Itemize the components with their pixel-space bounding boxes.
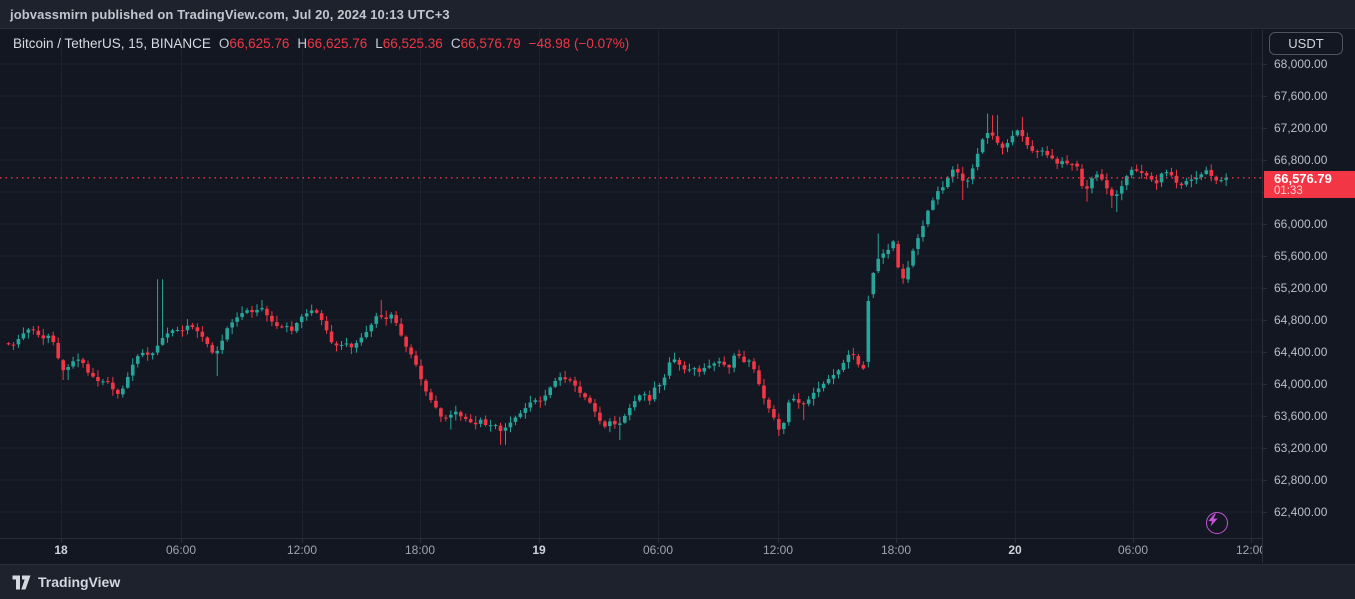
symbol-legend: Bitcoin / TetherUS, 15, BINANCE O66,625.… (13, 36, 629, 51)
price-label: 63,600.00 (1274, 408, 1327, 424)
time-label: 18:00 (881, 543, 911, 557)
ohlc-number: 66,525.36 (383, 36, 443, 51)
price-label: 62,800.00 (1274, 472, 1327, 488)
chart-pane[interactable]: Bitcoin / TetherUS, 15, BINANCE O66,625.… (0, 30, 1262, 538)
price-axis-tick (1263, 288, 1267, 289)
price-axis-tick (1263, 448, 1267, 449)
price-label: 63,200.00 (1274, 440, 1327, 456)
price-label: 64,400.00 (1274, 344, 1327, 360)
price-axis-tick (1263, 256, 1267, 257)
time-label-day: 19 (532, 543, 545, 557)
price-label: 67,600.00 (1274, 88, 1327, 104)
ohlc-pair: H66,625.76 (297, 36, 367, 51)
price-axis[interactable]: USDT 66,576.79 01:33 68,000.00 67,600.00 6… (1262, 30, 1355, 563)
price-axis-tick (1263, 480, 1267, 481)
price-axis-tick (1263, 320, 1267, 321)
bar-countdown: 01:33 (1274, 185, 1355, 197)
candlestick-chart[interactable] (0, 30, 1262, 538)
currency-toggle-button[interactable]: USDT (1269, 32, 1343, 55)
price-label: 66,000.00 (1274, 216, 1327, 232)
price-label: 62,400.00 (1274, 504, 1327, 520)
price-label: 67,200.00 (1274, 120, 1327, 136)
price-axis-tick (1263, 512, 1267, 513)
footer-bar: TradingView (0, 564, 1355, 599)
ohlc-pair: C66,576.79 (451, 36, 521, 51)
price-label: 68,000.00 (1274, 56, 1327, 72)
time-label: 12:00 (287, 543, 317, 557)
time-label-day: 20 (1008, 543, 1021, 557)
price-axis-tick (1263, 416, 1267, 417)
last-price-label: 66,576.79 01:33 (1264, 171, 1355, 198)
ohlc-letter: H (297, 36, 307, 51)
time-label-day: 18 (54, 543, 67, 557)
lightning-icon (1207, 513, 1219, 527)
ohlc-letter: O (219, 36, 230, 51)
attribution-bar: jobvassmirn published on TradingView.com… (0, 0, 1355, 29)
ohlc-number: 66,625.76 (307, 36, 367, 51)
tradingview-brand-text[interactable]: TradingView (38, 574, 120, 590)
ohlc-letter: C (451, 36, 461, 51)
time-label: 06:00 (1118, 543, 1148, 557)
price-axis-tick (1263, 384, 1267, 385)
time-label: 18:00 (405, 543, 435, 557)
price-label: 64,000.00 (1274, 376, 1327, 392)
price-label: 65,600.00 (1274, 248, 1327, 264)
symbol-title: Bitcoin / TetherUS, 15, BINANCE (13, 36, 211, 51)
ohlc-number: 66,576.79 (461, 36, 521, 51)
price-axis-tick (1263, 64, 1267, 65)
time-label: 06:00 (166, 543, 196, 557)
attribution-text: jobvassmirn published on TradingView.com… (10, 7, 450, 22)
price-label: 65,200.00 (1274, 280, 1327, 296)
ohlc-letter: L (375, 36, 383, 51)
price-label: 66,800.00 (1274, 152, 1327, 168)
time-label: 12:00 (1236, 543, 1262, 557)
price-label: 64,800.00 (1274, 312, 1327, 328)
last-price-value: 66,576.79 (1274, 172, 1355, 185)
price-axis-tick (1263, 224, 1267, 225)
price-axis-tick (1263, 160, 1267, 161)
change-value: −48.98 (−0.07%) (529, 36, 630, 51)
ohlc-values: O66,625.76H66,625.76L66,525.36C66,576.79 (219, 36, 521, 51)
ohlc-pair: L66,525.36 (375, 36, 443, 51)
tradingview-logo-icon[interactable] (12, 575, 31, 590)
price-axis-tick (1263, 352, 1267, 353)
time-axis[interactable]: 18 06:00 12:00 18:00 19 06:00 12:00 18:00 20 06:0… (0, 538, 1262, 563)
price-axis-tick (1263, 128, 1267, 129)
publish-lightning-button[interactable] (1206, 512, 1228, 534)
ohlc-number: 66,625.76 (229, 36, 289, 51)
time-label: 06:00 (643, 543, 673, 557)
time-label: 12:00 (763, 543, 793, 557)
price-axis-tick (1263, 96, 1267, 97)
ohlc-pair: O66,625.76 (219, 36, 290, 51)
